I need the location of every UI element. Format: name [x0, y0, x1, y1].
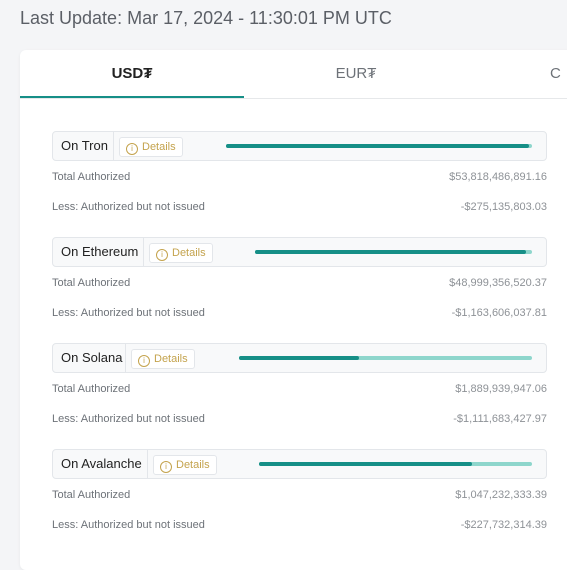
row-value: -$275,135,803.03: [460, 201, 547, 213]
chain-header: On Tron i Details: [52, 131, 547, 161]
supply-card: USD₮ EUR₮ C On Tron i Details Total Autho…: [20, 50, 567, 570]
details-label: Details: [176, 459, 210, 471]
row-label: Total Authorized: [52, 489, 131, 501]
divider: [125, 344, 126, 372]
row-value: $1,889,939,947.06: [455, 383, 547, 395]
details-label: Details: [154, 353, 188, 365]
row-value: $53,818,486,891.16: [449, 171, 547, 183]
details-button[interactable]: i Details: [119, 137, 183, 157]
tab-eurt[interactable]: EUR₮: [244, 50, 468, 98]
total-authorized-row: Total Authorized $53,818,486,891.16: [52, 171, 547, 189]
issued-fill: [259, 462, 472, 466]
currency-tabs: USD₮ EUR₮ C: [20, 50, 567, 99]
issued-fill: [255, 250, 527, 254]
chain-name: On Solana: [61, 350, 123, 365]
info-icon: i: [138, 355, 150, 367]
info-icon: i: [156, 249, 168, 261]
not-issued-row: Less: Authorized but not issued -$1,111,6…: [52, 413, 547, 431]
chain-name: On Tron: [61, 138, 108, 153]
last-update-text: Last Update: Mar 17, 2024 - 11:30:01 PM …: [20, 8, 392, 28]
row-value: $48,999,356,520.37: [449, 277, 547, 289]
chain-header: On Ethereum i Details: [52, 237, 547, 267]
row-label: Total Authorized: [52, 383, 131, 395]
tab-usdt[interactable]: USD₮: [20, 50, 244, 98]
divider: [143, 238, 144, 266]
row-label: Total Authorized: [52, 171, 131, 183]
active-tab-indicator: [20, 96, 244, 98]
divider: [113, 132, 114, 160]
not-issued-row: Less: Authorized but not issued -$227,732…: [52, 519, 547, 537]
chain-name: On Ethereum: [61, 244, 139, 259]
details-button[interactable]: i Details: [149, 243, 213, 263]
issuance-bar: [226, 144, 532, 148]
total-authorized-row: Total Authorized $48,999,356,520.37: [52, 277, 547, 295]
info-icon: i: [126, 143, 138, 155]
row-label: Less: Authorized but not issued: [52, 413, 205, 425]
issuance-bar: [259, 462, 532, 466]
tab-partial[interactable]: C: [550, 50, 567, 98]
total-authorized-row: Total Authorized $1,047,232,333.39: [52, 489, 547, 507]
details-label: Details: [172, 247, 206, 259]
info-icon: i: [160, 461, 172, 473]
details-button[interactable]: i Details: [131, 349, 195, 369]
not-issued-row: Less: Authorized but not issued -$275,135…: [52, 201, 547, 219]
divider: [147, 450, 148, 478]
issued-fill: [239, 356, 360, 360]
details-label: Details: [142, 141, 176, 153]
row-label: Less: Authorized but not issued: [52, 307, 205, 319]
issued-fill: [226, 144, 529, 148]
total-authorized-row: Total Authorized $1,889,939,947.06: [52, 383, 547, 401]
row-value: $1,047,232,333.39: [455, 489, 547, 501]
chain-name: On Avalanche: [61, 456, 142, 471]
not-issued-row: Less: Authorized but not issued -$1,163,6…: [52, 307, 547, 325]
chain-header: On Avalanche i Details: [52, 449, 547, 479]
issuance-bar: [255, 250, 532, 254]
row-label: Less: Authorized but not issued: [52, 519, 205, 531]
chain-header: On Solana i Details: [52, 343, 547, 373]
row-value: -$1,111,683,427.97: [453, 413, 547, 425]
issuance-bar: [239, 356, 532, 360]
details-button[interactable]: i Details: [153, 455, 217, 475]
row-value: -$1,163,606,037.81: [451, 307, 547, 319]
row-label: Less: Authorized but not issued: [52, 201, 205, 213]
row-value: -$227,732,314.39: [460, 519, 547, 531]
row-label: Total Authorized: [52, 277, 131, 289]
